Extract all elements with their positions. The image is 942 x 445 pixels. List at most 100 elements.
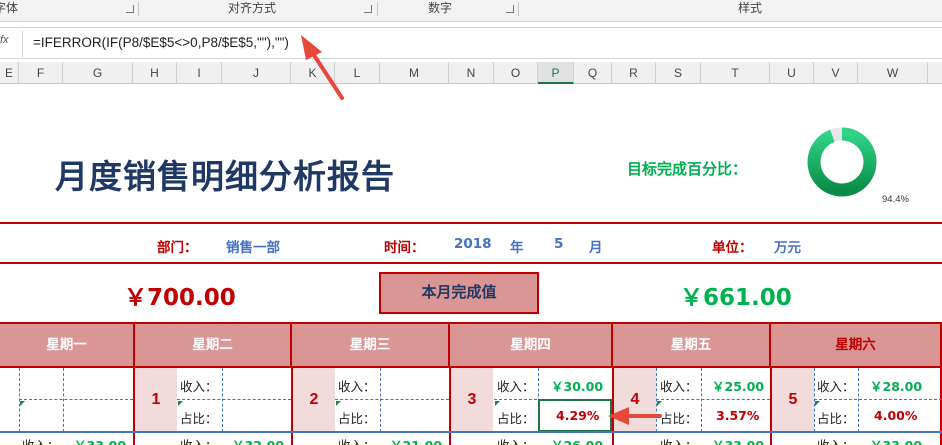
column-header-i[interactable]: I bbox=[177, 62, 222, 84]
cell-border bbox=[19, 368, 20, 432]
income-label: 收入： bbox=[660, 435, 698, 445]
income-value[interactable]: ￥33.00 bbox=[74, 435, 126, 445]
ribbon-separator bbox=[138, 2, 139, 16]
column-header-e[interactable]: E bbox=[0, 62, 19, 84]
column-header-m[interactable]: M bbox=[380, 62, 449, 84]
saturday-share-value[interactable]: 4.00% bbox=[874, 408, 917, 423]
month-value: 5 bbox=[554, 236, 564, 252]
formula-bar-separator bbox=[22, 31, 23, 57]
column-header-t[interactable]: T bbox=[701, 62, 770, 84]
income-label: 收入： bbox=[660, 379, 698, 394]
completion-donut-chart bbox=[807, 127, 877, 197]
info-divider bbox=[0, 262, 942, 264]
insert-function-icon[interactable]: fx bbox=[0, 34, 22, 54]
column-header-v[interactable]: V bbox=[814, 62, 858, 84]
error-indicator-icon[interactable] bbox=[495, 401, 500, 406]
cell-border bbox=[335, 399, 449, 400]
income-label: 收入： bbox=[180, 379, 218, 394]
unit-value: 万元 bbox=[774, 240, 801, 256]
income-label: 收入： bbox=[497, 379, 535, 394]
cell-border bbox=[177, 399, 291, 400]
column-header-bar: E F G H I J K L M N O P Q R S T U V W bbox=[0, 62, 942, 84]
share-label: 占比： bbox=[660, 411, 698, 426]
ribbon-group-labels: 字体 对齐方式 数字 样式 bbox=[0, 0, 942, 22]
column-header-k[interactable]: K bbox=[291, 62, 335, 84]
day-number[interactable]: 1 bbox=[135, 368, 177, 431]
friday-share-value[interactable]: 3.57% bbox=[716, 408, 759, 423]
formula-input[interactable]: =IFERROR(IF(P8/$E$5<>0,P8/$E$5,""),"") bbox=[33, 35, 289, 50]
column-header-u[interactable]: U bbox=[770, 62, 814, 84]
income-value[interactable]: ￥32.00 bbox=[232, 435, 284, 445]
share-label: 占比： bbox=[180, 411, 218, 426]
month-unit: 月 bbox=[589, 240, 603, 256]
income-label: 收入： bbox=[817, 435, 855, 445]
alignment-dialog-launcher-icon[interactable] bbox=[364, 5, 372, 13]
weekday-saturday: 星期六 bbox=[771, 322, 942, 368]
ribbon-group-font: 字体 bbox=[0, 1, 19, 15]
column-header-r[interactable]: R bbox=[612, 62, 656, 84]
thursday-share-value[interactable]: 4.29% bbox=[556, 408, 599, 423]
day-number[interactable]: 4 bbox=[614, 368, 656, 431]
column-header-h[interactable]: H bbox=[133, 62, 177, 84]
error-indicator-icon[interactable] bbox=[657, 401, 662, 406]
day-number[interactable]: 2 bbox=[293, 368, 335, 431]
actual-amount: ￥661.00 bbox=[680, 285, 792, 311]
weekday-tuesday: 星期二 bbox=[135, 322, 292, 368]
ribbon-group-number: 数字 bbox=[428, 1, 453, 15]
weekday-friday: 星期五 bbox=[613, 322, 771, 368]
column-header-p[interactable]: P bbox=[538, 62, 574, 84]
day-number[interactable]: 5 bbox=[772, 368, 814, 431]
share-label: 占比： bbox=[497, 411, 535, 426]
weekday-monday: 星期一 bbox=[0, 322, 135, 368]
income-label: 收入： bbox=[817, 379, 855, 394]
income-label: 收入： bbox=[180, 435, 218, 445]
column-header-l[interactable]: L bbox=[335, 62, 380, 84]
saturday-income-value[interactable]: ￥28.00 bbox=[870, 376, 922, 395]
income-value[interactable]: ￥21.00 bbox=[390, 435, 442, 445]
weekday-wednesday: 星期三 bbox=[292, 322, 450, 368]
income-value[interactable]: ￥26.00 bbox=[551, 435, 603, 445]
month-completion-button[interactable]: 本月完成值 bbox=[379, 272, 539, 314]
friday-income-value[interactable]: ￥25.00 bbox=[712, 376, 764, 395]
cell-border bbox=[380, 368, 381, 432]
column-header-j[interactable]: J bbox=[222, 62, 291, 84]
report-title: 月度销售明细分析报告 bbox=[55, 157, 395, 196]
income-label: 收入： bbox=[338, 435, 376, 445]
thursday-income-value[interactable]: ￥30.00 bbox=[551, 376, 603, 395]
income-value[interactable]: ￥33.00 bbox=[870, 435, 922, 445]
time-label: 时间： bbox=[384, 240, 425, 256]
income-label: 收入： bbox=[338, 379, 376, 394]
error-indicator-icon[interactable] bbox=[815, 401, 820, 406]
ribbon-separator bbox=[518, 2, 519, 16]
worksheet[interactable]: 月度销售明细分析报告 目标完成百分比： 94.4% 部门： 销售一部 时间： 2… bbox=[0, 84, 942, 445]
cell-border bbox=[222, 368, 223, 432]
income-label: 收入： bbox=[497, 435, 535, 445]
income-value[interactable]: ￥33.00 bbox=[712, 435, 764, 445]
cell-border bbox=[814, 368, 815, 432]
column-header-o[interactable]: O bbox=[494, 62, 538, 84]
column-header-w[interactable]: W bbox=[858, 62, 928, 84]
column-header-g[interactable]: G bbox=[63, 62, 133, 84]
error-indicator-icon[interactable] bbox=[336, 401, 341, 406]
ribbon-separator bbox=[377, 2, 378, 16]
unit-label: 单位： bbox=[712, 240, 753, 256]
column-header-q[interactable]: Q bbox=[574, 62, 612, 84]
cell-border bbox=[656, 399, 770, 400]
font-dialog-launcher-icon[interactable] bbox=[126, 5, 134, 13]
error-indicator-icon[interactable] bbox=[178, 401, 183, 406]
completion-percent-label: 94.4% bbox=[882, 194, 909, 205]
income-label: 收入： bbox=[22, 435, 60, 445]
column-header-n[interactable]: N bbox=[449, 62, 494, 84]
department-value: 销售一部 bbox=[226, 240, 280, 256]
error-indicator-icon[interactable] bbox=[20, 401, 25, 406]
weekday-thursday: 星期四 bbox=[450, 322, 613, 368]
ribbon-group-styles: 样式 bbox=[738, 1, 763, 15]
column-header-f[interactable]: F bbox=[19, 62, 63, 84]
number-dialog-launcher-icon[interactable] bbox=[506, 5, 514, 13]
donut-progress-arc bbox=[807, 127, 877, 197]
day-number[interactable]: 3 bbox=[451, 368, 493, 431]
share-label: 占比： bbox=[817, 411, 855, 426]
column-header-s[interactable]: S bbox=[656, 62, 701, 84]
department-label: 部门： bbox=[157, 240, 198, 256]
target-completion-label: 目标完成百分比： bbox=[627, 160, 748, 178]
